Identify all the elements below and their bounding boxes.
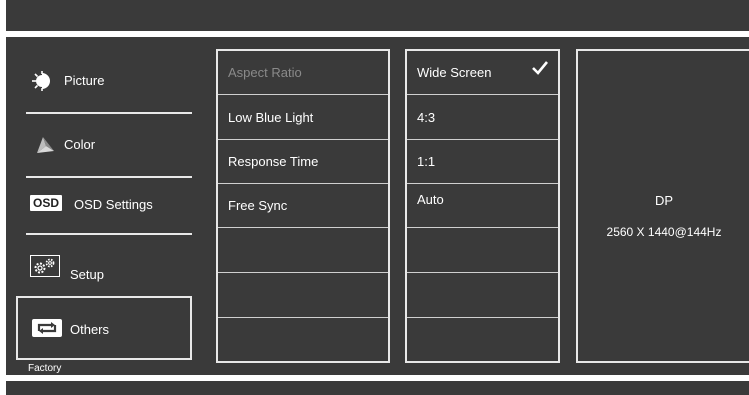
bottom-bar (6, 381, 749, 395)
setting-empty (218, 228, 388, 273)
top-bar (6, 0, 749, 31)
option-wide-screen[interactable]: Wide Screen (407, 51, 558, 95)
menu-divider (26, 176, 192, 178)
option-label: Wide Screen (417, 65, 492, 80)
gears-icon (30, 255, 60, 277)
setting-empty (218, 318, 388, 361)
option-empty (407, 318, 558, 361)
setting-aspect-ratio[interactable]: Aspect Ratio (218, 51, 388, 95)
menu-label-others: Others (70, 322, 110, 337)
input-info-panel: DP 2560 X 1440@144Hz (576, 49, 749, 363)
menu-item-others[interactable]: Others (16, 296, 192, 360)
osd-panel: Picture Color OSD OSD Settings Setup Oth… (6, 37, 749, 375)
menu-item-osd-settings[interactable]: OSD OSD Settings (16, 183, 192, 227)
setting-free-sync[interactable]: Free Sync (218, 184, 388, 228)
color-palette-icon (30, 135, 56, 155)
option-empty (407, 273, 558, 318)
input-source: DP (654, 193, 674, 208)
menu-label-setup: Setup (70, 267, 104, 282)
setting-low-blue-light[interactable]: Low Blue Light (218, 95, 388, 140)
menu-item-setup[interactable]: Setup (16, 247, 192, 291)
picture-brightness-icon (30, 71, 56, 91)
setting-response-time[interactable]: Response Time (218, 140, 388, 184)
settings-column: Aspect Ratio Low Blue Light Response Tim… (216, 49, 390, 363)
menu-item-color[interactable]: Color (16, 123, 192, 167)
option-empty (407, 228, 558, 273)
factory-label: Factory (28, 363, 62, 374)
input-resolution: 2560 X 1440@144Hz (606, 225, 722, 239)
option-1-1[interactable]: 1:1 (407, 140, 558, 184)
setting-empty (218, 273, 388, 318)
checkmark-icon (532, 61, 549, 78)
menu-label-color: Color (64, 137, 96, 152)
option-4-3[interactable]: 4:3 (407, 95, 558, 140)
menu-item-picture[interactable]: Picture (16, 59, 192, 103)
menu-label-picture: Picture (64, 73, 105, 88)
menu-divider (26, 233, 192, 235)
option-auto[interactable]: Auto (407, 184, 558, 228)
menu-divider (26, 112, 192, 114)
options-column: Wide Screen 4:3 1:1 Auto (405, 49, 560, 363)
menu-label-osd-settings: OSD Settings (74, 197, 153, 212)
osd-icon: OSD (30, 195, 63, 211)
loop-arrows-icon (32, 319, 62, 337)
